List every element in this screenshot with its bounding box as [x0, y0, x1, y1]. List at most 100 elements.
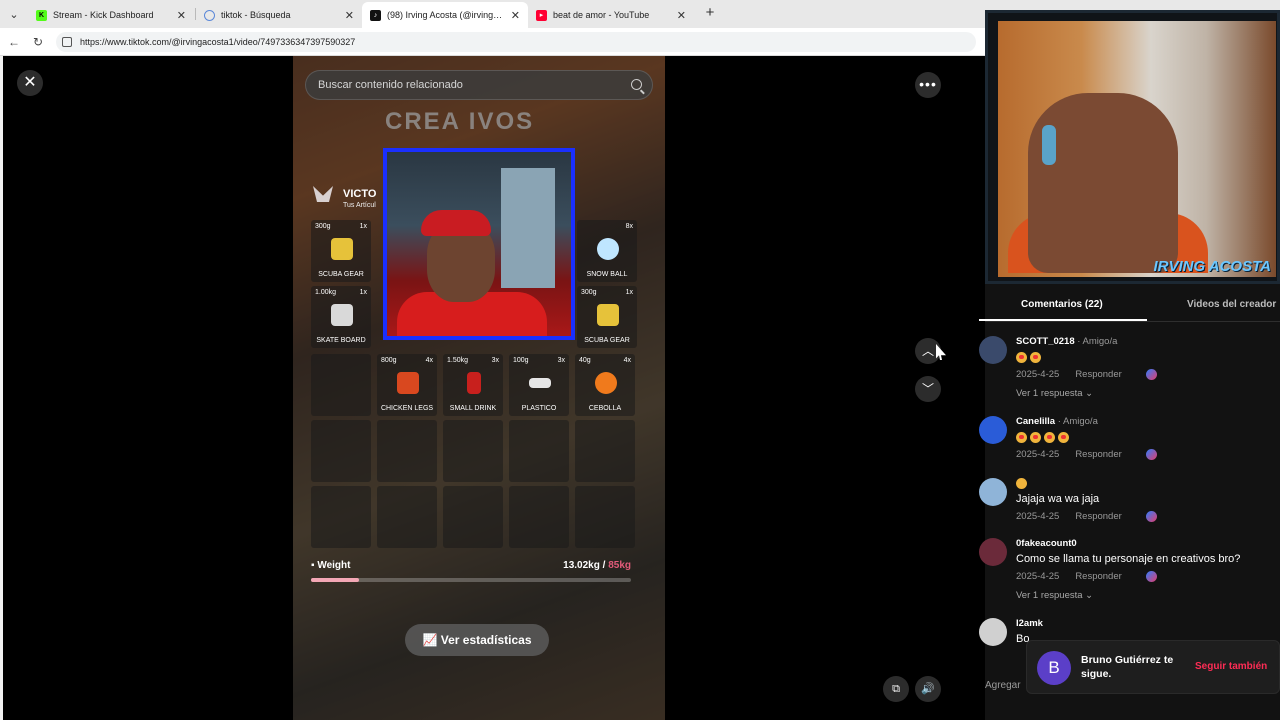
inventory-slot[interactable]	[377, 420, 437, 482]
inventory-slot[interactable]: 800g 4x CHICKEN LEGS	[377, 354, 437, 416]
comment-meta: 2025-4-25 Responder	[1016, 511, 1276, 523]
avatar[interactable]	[979, 618, 1007, 646]
slot-name: CHICKEN LEGS	[380, 405, 434, 412]
close-viewer-button[interactable]: ✕	[17, 70, 43, 96]
inventory-subtitle: Tus Artícul	[343, 202, 376, 209]
view-replies-button[interactable]: Ver 1 respuesta ⌄	[1016, 590, 1276, 601]
new-tab-plus-icon[interactable]: +	[702, 5, 718, 21]
comment-username[interactable]	[1016, 478, 1276, 489]
tab-tiktok-video[interactable]: ♪ (98) Irving Acosta (@irvingaco ✕	[362, 2, 528, 28]
tab-menu-chevron-icon[interactable]: ⌄	[4, 4, 24, 24]
inventory-slot[interactable]: 1.50kg 3x SMALL DRINK	[443, 354, 503, 416]
inventory-slot[interactable]: 1.00kg 1x SKATE BOARD	[311, 286, 371, 348]
tab-tiktok-search[interactable]: tiktok - Búsqueda ✕	[196, 2, 362, 28]
comment-username[interactable]: 0fakeacount0	[1016, 538, 1276, 549]
tab-kick-dashboard[interactable]: K Stream - Kick Dashboard ✕	[28, 2, 194, 28]
comment-username[interactable]: SCOTT_0218 · Amigo/a	[1016, 336, 1276, 347]
inventory-slot[interactable]: 8x SNOW BALL	[577, 220, 637, 282]
follow-back-button[interactable]: Seguir también	[1195, 661, 1267, 672]
slot-qty: 4x	[623, 357, 631, 364]
smiling-hearts-emoji-icon	[1016, 431, 1027, 443]
inventory-slot[interactable]	[509, 486, 569, 548]
tab-title: Stream - Kick Dashboard	[53, 10, 154, 20]
inventory-slot[interactable]	[311, 486, 371, 548]
search-icon[interactable]	[631, 79, 642, 90]
slot-qty: 4x	[425, 357, 433, 364]
slot-weight: 300g	[315, 223, 331, 230]
inventory-slot[interactable]	[509, 420, 569, 482]
slot-weight: 800g	[381, 357, 397, 364]
inventory-slot[interactable]	[443, 486, 503, 548]
add-comment-input[interactable]: Agregar	[985, 680, 1021, 691]
avatar[interactable]	[979, 416, 1007, 444]
inventory-slot[interactable]	[377, 486, 437, 548]
webcam-person	[1028, 93, 1178, 273]
emoji-username-icon	[1016, 478, 1027, 489]
avatar[interactable]	[979, 478, 1007, 506]
slot-name: SNOW BALL	[586, 271, 628, 278]
url-field[interactable]: https://www.tiktok.com/@irvingacosta1/vi…	[56, 32, 976, 52]
inventory-slot[interactable]	[575, 486, 635, 548]
close-tab-icon[interactable]: ✕	[345, 9, 354, 22]
comment-username[interactable]: Canelilla · Amigo/a	[1016, 416, 1276, 427]
slot-name: SKATE BOARD	[316, 337, 366, 344]
reply-button[interactable]: Responder	[1075, 369, 1121, 380]
skate-board-icon	[331, 304, 353, 326]
avatar[interactable]	[979, 336, 1007, 364]
more-options-button[interactable]: •••	[915, 72, 941, 98]
speaker-icon: ♪	[370, 9, 381, 21]
weight-current: 13.02kg	[563, 560, 600, 571]
friend-tag: · Amigo/a	[1074, 336, 1118, 347]
inventory-slot[interactable]	[311, 420, 371, 482]
related-search-input[interactable]: Buscar contenido relacionado	[305, 70, 653, 100]
url-text: https://www.tiktok.com/@irvingacosta1/vi…	[80, 37, 356, 47]
smiling-hearts-emoji-icon	[1030, 431, 1041, 443]
video-player[interactable]: Buscar contenido relacionado CREA IVOS V…	[293, 56, 665, 720]
inventory-slot[interactable]	[575, 420, 635, 482]
avatar[interactable]: B	[1037, 651, 1071, 685]
slot-name: SCUBA GEAR	[318, 271, 364, 278]
inventory-slot[interactable]: 100g 3x PLASTICO	[509, 354, 569, 416]
scuba-gear-icon	[597, 304, 619, 326]
reply-button[interactable]: Responder	[1075, 511, 1121, 522]
close-tab-icon[interactable]: ✕	[511, 9, 520, 22]
search-favicon-icon	[204, 9, 215, 21]
avatar[interactable]	[979, 538, 1007, 566]
comment-body: 0fakeacount0 Como se llama tu personaje …	[1016, 538, 1276, 601]
weight-progress-bar	[311, 578, 631, 582]
site-info-icon[interactable]	[62, 37, 72, 47]
plastic-icon	[529, 378, 551, 388]
tab-comments[interactable]: Comentarios (22)	[1021, 299, 1103, 310]
reply-button[interactable]: Responder	[1075, 571, 1121, 582]
comment-meta: 2025-4-25 Responder	[1016, 571, 1276, 582]
weight-label: ▪ Weight	[311, 560, 351, 571]
tab-creator-videos[interactable]: Videos del creador	[1187, 299, 1276, 310]
active-tab-underline	[979, 319, 1147, 321]
inventory-slot[interactable]	[443, 420, 503, 482]
inventory-slot[interactable]: 300g 1x SCUBA GEAR	[311, 220, 371, 282]
inventory-slot[interactable]: 300g 1x SCUBA GEAR	[577, 286, 637, 348]
inventory-title: VICTO	[343, 187, 377, 200]
back-arrow-icon[interactable]: ←	[6, 34, 22, 50]
view-replies-button[interactable]: Ver 1 respuesta ⌄	[1016, 388, 1276, 399]
slot-qty: 1x	[359, 223, 367, 230]
slot-qty: 8x	[625, 223, 633, 230]
reply-button[interactable]: Responder	[1075, 449, 1121, 460]
comment-meta: 2025-4-25 Responder	[1016, 449, 1276, 460]
next-video-button[interactable]: ﹀	[915, 376, 941, 402]
volume-button[interactable]: 🔊	[915, 676, 941, 702]
tab-youtube[interactable]: ▸ beat de amor - YouTube ✕	[528, 2, 694, 28]
comment-text: Como se llama tu personaje en creativos …	[1016, 553, 1241, 565]
comment-body: Canelilla · Amigo/a 2025-4-25 Responder	[1016, 416, 1276, 460]
inventory-slot[interactable]	[311, 354, 371, 416]
view-stats-button[interactable]: 📈 Ver estadísticas	[405, 624, 549, 656]
smiling-hearts-emoji-icon	[1044, 431, 1055, 443]
comment-username[interactable]: I2amk	[1016, 618, 1276, 629]
reload-icon[interactable]: ↻	[30, 34, 46, 50]
close-tab-icon[interactable]: ✕	[677, 9, 686, 22]
picture-in-picture-button[interactable]: ⧉	[883, 676, 909, 702]
comment-emojis	[1016, 431, 1276, 443]
kick-favicon-icon: K	[36, 9, 47, 21]
close-tab-icon[interactable]: ✕	[177, 9, 186, 22]
inventory-slot[interactable]: 40g 4x CEBOLLA	[575, 354, 635, 416]
